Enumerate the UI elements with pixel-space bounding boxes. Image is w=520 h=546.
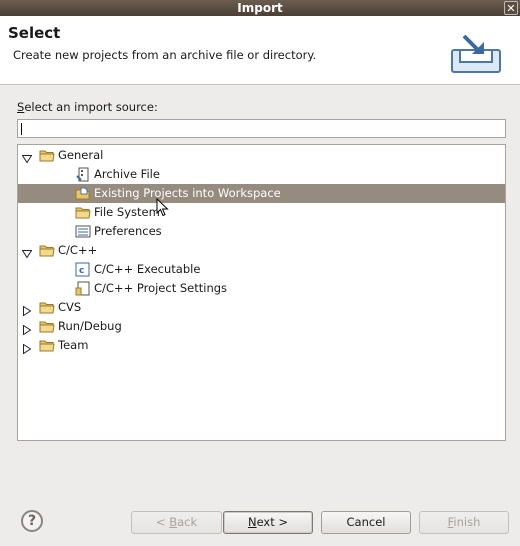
tree-item[interactable]: Archive File <box>18 165 505 184</box>
collapse-toggle-icon[interactable] <box>22 341 32 355</box>
preferences-icon <box>75 224 91 239</box>
c-exec-icon: c <box>75 262 91 277</box>
window-title: Import <box>237 1 283 15</box>
tree-item-label: Preferences <box>94 224 162 238</box>
filter-input[interactable] <box>17 119 506 138</box>
folder-icon <box>39 243 55 258</box>
filter-field[interactable] <box>22 121 506 138</box>
folder-icon <box>39 300 55 315</box>
archive-icon <box>75 167 91 182</box>
tree-item-label: C/C++ Executable <box>94 262 201 276</box>
folder-icon <box>39 148 55 163</box>
project-icon <box>75 186 91 201</box>
expand-toggle-icon[interactable] <box>21 246 33 259</box>
tree-item[interactable]: CVS <box>18 298 505 317</box>
window-titlebar: Import ✕ <box>0 0 520 16</box>
help-icon[interactable]: ? <box>21 510 43 532</box>
folder-icon <box>39 338 55 353</box>
mouse-pointer-icon <box>156 198 169 217</box>
tree-item-label: Existing Projects into Workspace <box>94 186 281 200</box>
wizard-header: Select Create new projects from an archi… <box>0 16 520 85</box>
tree-item[interactable]: c C/C++ Executable <box>18 260 505 279</box>
close-icon[interactable]: ✕ <box>504 1 518 15</box>
collapse-toggle-icon[interactable] <box>22 322 32 336</box>
back-button[interactable]: < Back <box>131 511 222 534</box>
tree-item[interactable]: Existing Projects into Workspace <box>18 184 505 203</box>
tree-item[interactable]: C/C++ <box>18 241 505 260</box>
collapse-toggle-icon[interactable] <box>22 303 32 317</box>
import-source-label: Select an import source: <box>17 100 158 114</box>
tree-item[interactable]: Preferences <box>18 222 505 241</box>
tree-item-label: Run/Debug <box>58 319 122 333</box>
import-source-tree[interactable]: General Archive File Existing Projects int… <box>17 144 506 441</box>
tree-item-label: File System <box>94 205 160 219</box>
import-banner-icon <box>451 34 501 73</box>
folder-icon <box>39 319 55 334</box>
expand-toggle-icon[interactable] <box>21 151 33 164</box>
tree-item-label: CVS <box>58 300 82 314</box>
tree-item-label: Archive File <box>94 167 160 181</box>
tree-item[interactable]: General <box>18 146 505 165</box>
page-description: Create new projects from an archive file… <box>13 48 317 62</box>
tree-item[interactable]: Run/Debug <box>18 317 505 336</box>
cancel-button[interactable]: Cancel <box>321 511 411 534</box>
next-button[interactable]: Next > <box>223 511 313 534</box>
tree-item-label: C/C++ <box>58 243 98 257</box>
page-title: Select <box>8 24 61 42</box>
finish-button[interactable]: Finish <box>419 511 509 534</box>
tree-item[interactable]: Team <box>18 336 505 355</box>
tree-item-label: General <box>58 148 104 162</box>
tree-item-label: C/C++ Project Settings <box>94 281 228 295</box>
svg-text:c: c <box>79 266 84 276</box>
folder-icon <box>75 205 91 220</box>
c-settings-icon <box>75 281 91 296</box>
tree-item-label: Team <box>58 338 89 352</box>
tree-item[interactable]: C/C++ Project Settings <box>18 279 505 298</box>
text-caret <box>21 123 22 135</box>
tree-item[interactable]: File System <box>18 203 505 222</box>
